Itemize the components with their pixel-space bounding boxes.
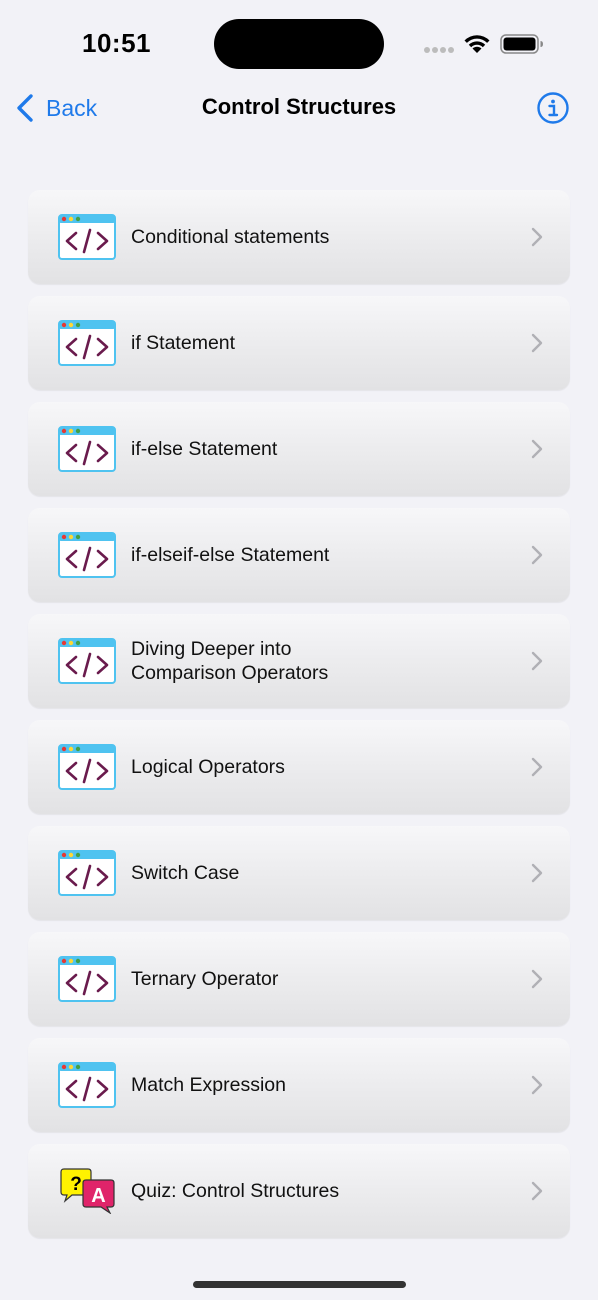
quiz-question-mark: ? — [70, 1174, 82, 1195]
chevron-right-icon — [531, 333, 543, 353]
wifi-icon — [464, 35, 490, 53]
list-item-label: if Statement — [131, 332, 236, 354]
code-window-icon — [58, 956, 116, 1002]
list-item[interactable]: ? A Quiz: Control Structures — [28, 1144, 570, 1238]
list-item-label: Ternary Operator — [131, 968, 279, 990]
list-item[interactable]: Match Expression — [28, 1038, 570, 1132]
topic-list: Conditional statements if Statement if-e… — [28, 190, 570, 1250]
code-window-icon — [58, 320, 116, 366]
chevron-right-icon — [531, 757, 543, 777]
list-item-label: Match Expression — [131, 1074, 286, 1096]
chevron-right-icon — [531, 439, 543, 459]
list-item[interactable]: Diving Deeper into Comparison Operators — [28, 614, 570, 708]
code-window-icon — [58, 850, 116, 896]
code-window-icon — [58, 744, 116, 790]
list-item[interactable]: if-elseif-else Statement — [28, 508, 570, 602]
chevron-right-icon — [531, 1075, 543, 1095]
list-item[interactable]: Switch Case — [28, 826, 570, 920]
quiz-bubbles-icon: ? A — [60, 1168, 115, 1214]
list-item[interactable]: Ternary Operator — [28, 932, 570, 1026]
cellular-signal-icon — [424, 47, 456, 53]
home-indicator[interactable] — [193, 1281, 406, 1288]
code-window-icon — [58, 1062, 116, 1108]
code-window-icon — [58, 214, 116, 260]
list-item-label: Conditional statements — [131, 226, 330, 248]
list-item-label: Switch Case — [131, 862, 240, 884]
quiz-answer-letter: A — [91, 1185, 105, 1207]
code-window-icon — [58, 532, 116, 578]
list-item-label: if-else Statement — [131, 438, 278, 460]
chevron-right-icon — [531, 651, 543, 671]
status-time: 10:51 — [82, 28, 151, 58]
code-window-icon — [58, 638, 116, 684]
info-circle-icon[interactable] — [536, 91, 570, 125]
list-item[interactable]: Logical Operators — [28, 720, 570, 814]
chevron-right-icon — [531, 227, 543, 247]
chevron-right-icon — [531, 1181, 543, 1201]
navigation-bar: Back Control Structures — [0, 88, 598, 128]
page-title: Control Structures — [201, 94, 397, 119]
chevron-right-icon — [531, 863, 543, 883]
chevron-right-icon — [531, 545, 543, 565]
list-item-label: Quiz: Control Structures — [131, 1180, 340, 1202]
code-window-icon — [58, 426, 116, 472]
battery-icon — [500, 34, 543, 54]
dynamic-island — [214, 19, 384, 69]
list-item-label: Logical Operators — [131, 756, 285, 778]
list-item-label: if-elseif-else Statement — [131, 544, 330, 566]
chevron-right-icon — [531, 969, 543, 989]
list-item-label: Diving Deeper into Comparison Operators — [131, 638, 329, 684]
list-item[interactable]: if-else Statement — [28, 402, 570, 496]
list-item[interactable]: Conditional statements — [28, 190, 570, 284]
status-bar: 10:51 — [0, 0, 598, 88]
list-item[interactable]: if Statement — [28, 296, 570, 390]
